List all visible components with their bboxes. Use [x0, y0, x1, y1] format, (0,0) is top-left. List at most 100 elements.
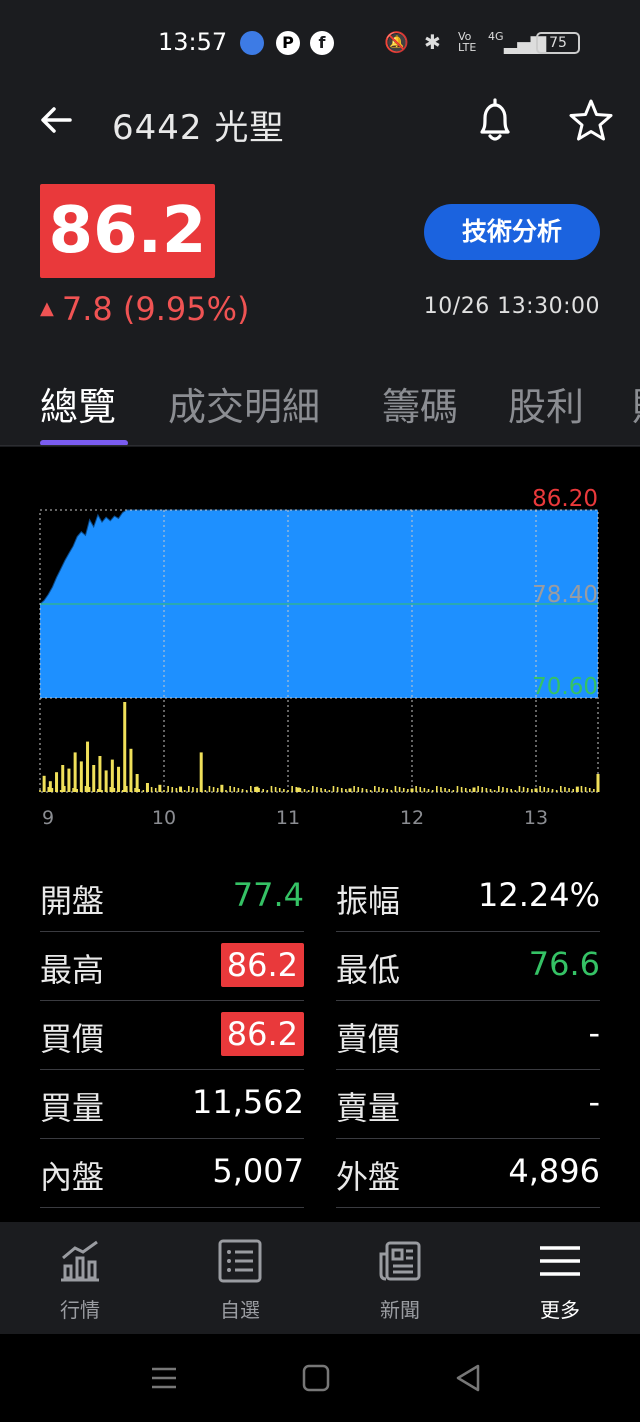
bottom-nav: 行情 自選 新聞 更多	[0, 1222, 640, 1334]
nav-item-news[interactable]: 新聞	[320, 1222, 480, 1334]
header: 6442 光聖	[0, 86, 640, 158]
stat-value: 12.24%	[477, 876, 600, 914]
volume-bar	[237, 788, 240, 792]
volume-bar	[39, 790, 41, 792]
volume-bar	[460, 787, 463, 792]
alert-button[interactable]	[472, 96, 518, 146]
back-button[interactable]	[36, 100, 76, 140]
volume-bar	[196, 788, 198, 792]
volume-bar	[98, 756, 102, 792]
volume-bar	[97, 789, 99, 792]
volume-bar	[320, 788, 322, 792]
stat-row: 賣量 -	[336, 1069, 600, 1139]
volume-bar	[402, 788, 405, 792]
volume-bar	[485, 788, 488, 792]
volume-bar	[303, 789, 306, 792]
volume-bar	[200, 789, 202, 792]
volume-bar	[481, 787, 484, 792]
volume-bar	[336, 787, 339, 792]
intraday-chart: 86.20 78.40 70.60 9 10 11 12 13 開盤 77.4 振幅 12.24% 最…	[0, 447, 640, 1222]
volume-bar	[208, 786, 211, 792]
volume-bar	[543, 787, 546, 792]
change-value: 7.8 (9.95%)	[61, 290, 250, 328]
nav-item-more[interactable]: 更多	[480, 1222, 640, 1334]
volume-bar	[43, 786, 45, 792]
volume-bar	[48, 781, 52, 792]
volume-bar	[436, 786, 438, 792]
volume-bar	[126, 786, 128, 792]
favorite-button[interactable]	[566, 96, 616, 146]
volume-bar	[291, 786, 293, 792]
volume-bar	[59, 790, 62, 792]
current-price: 86.2	[40, 184, 215, 278]
facebook-icon: f	[310, 31, 334, 55]
stat-label: 開盤	[40, 882, 105, 920]
x-tick-label: 9	[42, 807, 54, 829]
stat-value: 86.2	[220, 1012, 304, 1056]
back-nav-button[interactable]	[452, 1362, 484, 1394]
volume-bar	[55, 789, 58, 792]
tab-overview[interactable]: 總覽	[40, 376, 116, 431]
volume-bar	[307, 790, 310, 792]
stat-label: 內盤	[40, 1158, 105, 1196]
volume-bar	[88, 787, 91, 792]
home-button[interactable]	[300, 1362, 332, 1394]
star-icon	[569, 99, 613, 141]
nav-label-watchlist: 自選	[220, 1298, 260, 1322]
volume-bar	[101, 790, 103, 792]
y-label-high: 86.20	[532, 486, 598, 512]
volume-bar	[535, 790, 537, 792]
quote-datetime: 10/26 13:30:00	[423, 294, 600, 319]
technical-analysis-button[interactable]: 技術分析	[424, 204, 600, 260]
recent-apps-button[interactable]	[148, 1362, 180, 1394]
volume-bar	[105, 786, 107, 792]
volume-bar	[378, 787, 380, 792]
stat-row: 買量 11,562	[40, 1069, 304, 1139]
tab-trade-details[interactable]: 成交明細	[168, 376, 320, 431]
tab-dividend[interactable]: 股利	[508, 376, 584, 431]
volume-bar	[473, 790, 475, 792]
nav-item-market[interactable]: 行情	[0, 1222, 160, 1334]
volume-bar	[444, 788, 446, 792]
volume-bar	[365, 789, 368, 792]
volume-bar	[146, 786, 149, 792]
volume-bar	[340, 788, 343, 792]
volume-bar	[47, 787, 50, 792]
volume-bar	[531, 789, 533, 792]
chart-svg: 86.20 78.40 70.60 9 10 11 12 13	[39, 486, 600, 829]
volume-bar	[502, 787, 504, 792]
nav-item-watchlist[interactable]: 自選	[160, 1222, 320, 1334]
volume-bar	[92, 765, 96, 792]
volume-bar	[493, 790, 496, 792]
volume-bar	[382, 788, 384, 792]
volume-bar	[477, 786, 479, 792]
stat-value: 4,896	[508, 1152, 600, 1190]
volume-bar	[92, 788, 95, 792]
volume-bar	[498, 786, 500, 792]
volume-bar	[117, 766, 121, 792]
stat-label: 買價	[40, 1020, 105, 1058]
volume-bar	[241, 789, 244, 792]
volume-bar	[345, 789, 347, 792]
stat-row: 賣價 -	[336, 1000, 600, 1070]
volume-bar	[80, 790, 83, 792]
volume-bar	[357, 787, 360, 792]
stat-value: -	[588, 1083, 600, 1121]
volume-bar	[76, 789, 78, 792]
volume-bar	[121, 790, 124, 792]
list-icon	[218, 1239, 262, 1283]
volume-bar	[390, 790, 393, 792]
volume-bar	[233, 787, 236, 792]
x-tick-label: 13	[524, 807, 548, 829]
stat-row: 內盤 5,007	[40, 1138, 304, 1208]
volume-bar	[324, 789, 326, 792]
volume-bar	[555, 790, 558, 792]
tab-financials[interactable]: 財	[632, 376, 640, 431]
volume-bar	[299, 788, 302, 792]
stat-label: 買量	[40, 1089, 105, 1127]
volume-bar	[179, 789, 182, 792]
volume-bar	[312, 786, 314, 792]
volume-bar	[456, 786, 459, 792]
tab-chips[interactable]: 籌碼	[382, 376, 458, 431]
volume-bar	[134, 788, 136, 792]
